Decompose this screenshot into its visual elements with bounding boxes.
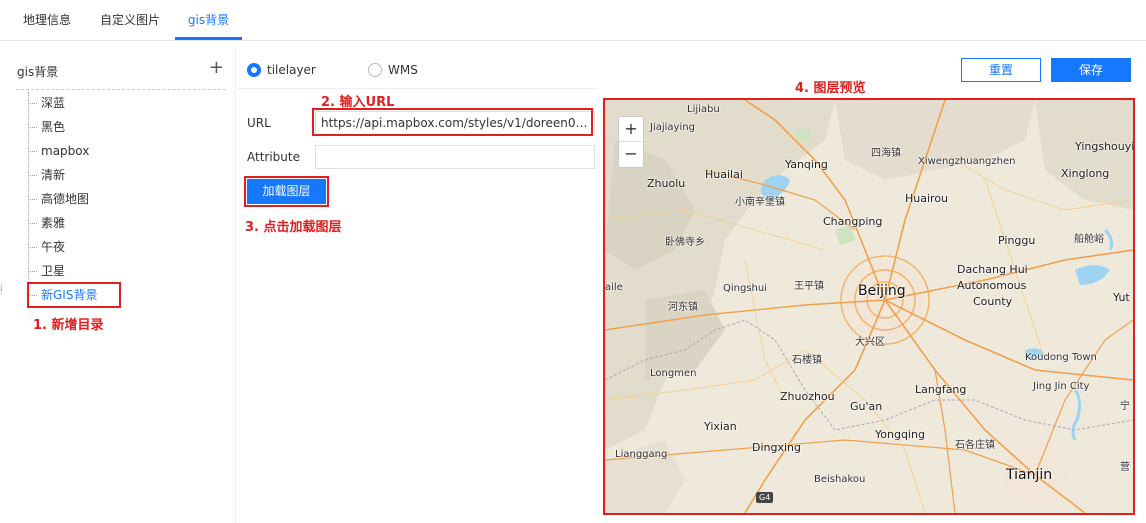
tree-item-deep-blue[interactable]: 深蓝	[28, 93, 65, 113]
map-label: Yongqing	[875, 428, 925, 441]
tab-gis-background[interactable]: gis背景	[175, 0, 242, 40]
highway-shield: G4	[756, 492, 774, 503]
map-label: Langfang	[915, 383, 967, 396]
tree-item-mapbox[interactable]: mapbox	[28, 141, 89, 161]
tree-item-label: 清新	[41, 168, 66, 182]
zoom-control: + −	[618, 116, 644, 168]
radio-wms-label: WMS	[388, 63, 418, 77]
terrain-area	[1035, 100, 1133, 210]
map-label: Autonomous	[957, 279, 1027, 292]
river	[1103, 228, 1114, 251]
map-label: Yingshouyi	[1075, 140, 1135, 153]
attribute-input[interactable]	[315, 145, 595, 169]
map-label: Jiajiaying	[650, 122, 695, 133]
map-label: Huailai	[705, 168, 743, 181]
save-button[interactable]: 保存	[1051, 58, 1131, 82]
map-label: Yut	[1113, 291, 1130, 304]
map-label: 河东镇	[668, 302, 698, 313]
tree-item-satellite[interactable]: 卫星	[28, 261, 65, 281]
map-label: 石各庄镇	[955, 440, 995, 451]
map-label: Zhuolu	[647, 177, 686, 190]
map-label: 小南辛堡镇	[735, 197, 785, 208]
tree-item-label: 素雅	[41, 216, 66, 230]
reservoir	[1075, 265, 1110, 285]
map-label: Beishakou	[814, 474, 866, 485]
zoom-in-button[interactable]: +	[619, 117, 643, 142]
map-preview[interactable]: + − Lijiabu Jiajiaying 四海镇 Yingshouyi Ya…	[603, 98, 1135, 515]
tree-item-label: 卫星	[41, 264, 66, 278]
attribute-label: Attribute	[247, 150, 300, 164]
top-tab-bar: 地理信息 自定义图片 gis背景	[0, 0, 1146, 41]
reset-button[interactable]: 重置	[961, 58, 1041, 82]
map-label: 卧佛寺乡	[665, 237, 705, 248]
map-label: Zhuozhou	[780, 390, 835, 403]
map-label: Koudong Town	[1025, 352, 1097, 363]
map-label: Xiwengzhuangzhen	[918, 156, 1016, 167]
tree-item-label: 午夜	[41, 240, 66, 254]
map-label: Xinglong	[1061, 167, 1110, 180]
map-label: 船舱峪	[1074, 234, 1104, 245]
sidebar-divider	[16, 89, 226, 90]
radio-tilelayer[interactable]: tilelayer	[247, 62, 316, 78]
tree-item-elegant[interactable]: 素雅	[28, 213, 65, 233]
map-label: 王平镇	[794, 281, 824, 292]
annotation-step3: 3. 点击加载图层	[245, 220, 342, 235]
resize-handle[interactable]: ⁞ ⁞	[0, 284, 6, 302]
sidebar-title: gis背景	[17, 65, 59, 79]
tree-item-midnight[interactable]: 午夜	[28, 237, 65, 257]
map-label: County	[973, 295, 1013, 308]
map-label: aile	[605, 282, 623, 293]
map-label-tianjin: Tianjin	[1006, 467, 1053, 483]
annotation-step1: 1. 新增目录	[33, 318, 104, 333]
map-label: 宁	[1120, 401, 1130, 412]
tree-item-label: 黑色	[41, 120, 66, 134]
annotation-step4: 4. 图层预览	[795, 81, 866, 96]
park-area	[795, 128, 813, 142]
map-label: 营	[1120, 462, 1130, 473]
active-tab-indicator	[175, 37, 242, 40]
map-label-beijing: Beijing	[858, 283, 906, 299]
tree-item-black[interactable]: 黑色	[28, 117, 65, 137]
tree-item-label: 深蓝	[41, 96, 66, 110]
map-label: Jing Jin City	[1033, 381, 1090, 392]
tree-item-amap[interactable]: 高德地图	[28, 189, 89, 209]
annotation-box-url	[312, 108, 593, 136]
url-label: URL	[247, 116, 271, 130]
radio-tilelayer-label: tilelayer	[267, 63, 316, 77]
road	[744, 259, 786, 401]
map-label: 石楼镇	[792, 355, 822, 366]
tree-item-label: mapbox	[41, 144, 90, 158]
map-label: Longmen	[650, 368, 697, 379]
tab-custom-image[interactable]: 自定义图片	[88, 0, 172, 40]
map-label: Yixian	[704, 420, 737, 433]
radio-checked-icon	[247, 63, 261, 77]
radio-unchecked-icon	[368, 63, 382, 77]
map-label: Lianggang	[615, 449, 668, 460]
annotation-box-load	[244, 176, 329, 207]
map-label: 四海镇	[871, 148, 901, 159]
radio-wms[interactable]: WMS	[368, 62, 418, 78]
map-label: Dingxing	[752, 441, 802, 454]
map-label: Yanqing	[785, 158, 828, 171]
tree-item-fresh[interactable]: 清新	[28, 165, 65, 185]
form-divider	[237, 88, 597, 89]
river	[1071, 389, 1082, 441]
tab-geo-info[interactable]: 地理信息	[12, 0, 82, 40]
zoom-out-button[interactable]: −	[619, 142, 643, 167]
terrain-area	[835, 100, 1035, 180]
map-label: Gu'an	[850, 400, 883, 413]
map-label: Qingshui	[723, 283, 767, 294]
map-label: Huairou	[905, 192, 949, 205]
add-catalog-icon[interactable]: +	[209, 58, 224, 78]
map-label: Changping	[823, 215, 883, 228]
map-label: 大兴区	[855, 337, 885, 348]
annotation-box-new-catalog	[27, 282, 121, 308]
map-label: Dachang Hui	[957, 263, 1028, 276]
map-label: Lijiabu	[687, 104, 720, 115]
tree-item-label: 高德地图	[41, 192, 90, 206]
map-label: Pinggu	[998, 234, 1036, 247]
